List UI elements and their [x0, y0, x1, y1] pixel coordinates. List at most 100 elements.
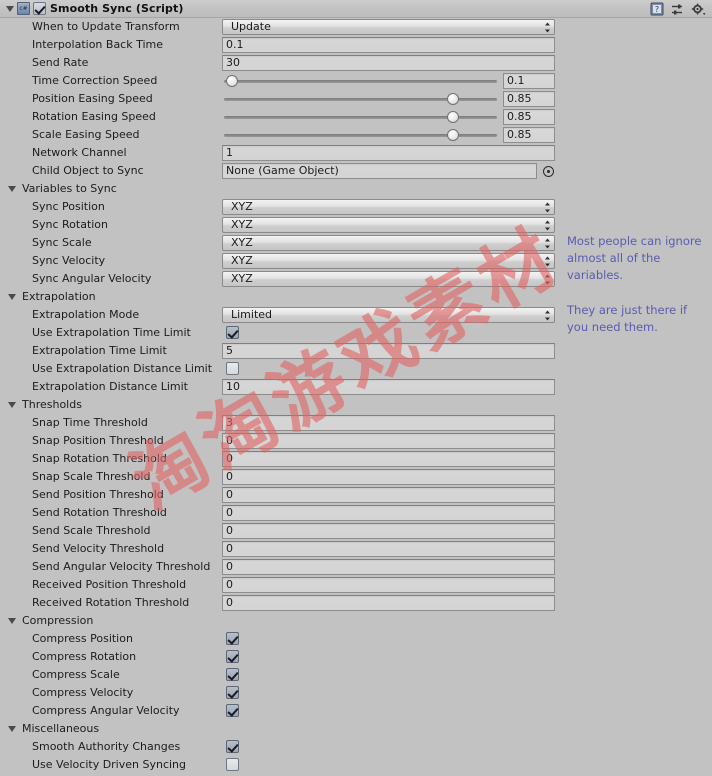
property-label: Use Extrapolation Distance Limit: [32, 362, 213, 375]
section-foldout-icon[interactable]: [6, 399, 18, 411]
property-label: Send Velocity Threshold: [32, 542, 165, 555]
slider-control[interactable]: [222, 109, 499, 125]
dropdown-field[interactable]: XYZ: [222, 199, 555, 215]
slider-value: 0.85: [507, 92, 532, 105]
section-header[interactable]: Miscellaneous: [0, 720, 712, 738]
dropdown-field[interactable]: XYZ: [222, 217, 555, 233]
property-row: Rotation Easing Speed 0.85: [0, 108, 712, 126]
text-field[interactable]: 0: [222, 505, 555, 521]
text-field[interactable]: 0: [222, 523, 555, 539]
slider-control[interactable]: [222, 73, 499, 89]
slider-knob[interactable]: [447, 93, 460, 105]
property-label: Network Channel: [32, 146, 127, 159]
text-field[interactable]: 0: [222, 559, 555, 575]
checkbox[interactable]: [226, 740, 239, 753]
dropdown-field[interactable]: XYZ: [222, 271, 555, 287]
checkbox[interactable]: [226, 704, 239, 717]
property-label: Send Position Threshold: [32, 488, 164, 501]
property-label: Sync Velocity: [32, 254, 106, 267]
text-field[interactable]: 0: [222, 433, 555, 449]
section-foldout-icon[interactable]: [6, 183, 18, 195]
property-row: Network Channel 1: [0, 144, 712, 162]
text-field-value: 0: [226, 578, 233, 591]
section-label: Thresholds: [22, 398, 82, 411]
slider-track[interactable]: [224, 80, 497, 83]
text-field[interactable]: 0: [222, 487, 555, 503]
section-label: Compression: [22, 614, 94, 627]
text-field-value: 0: [226, 560, 233, 573]
property-label: Use Extrapolation Time Limit: [32, 326, 191, 339]
property-label: Smooth Authority Changes: [32, 740, 181, 753]
property-label: Snap Scale Threshold: [32, 470, 151, 483]
slider-knob[interactable]: [447, 129, 460, 141]
svg-text:?: ?: [655, 5, 659, 14]
section-foldout-icon[interactable]: [6, 615, 18, 627]
text-field[interactable]: 10: [222, 379, 555, 395]
inspector-rows: When to Update Transform Update Interpolat…: [0, 18, 712, 774]
dropdown-field[interactable]: Update: [222, 19, 555, 35]
property-label: When to Update Transform: [32, 20, 180, 33]
checkbox[interactable]: [226, 668, 239, 681]
section-label: Variables to Sync: [22, 182, 117, 195]
dropdown-field[interactable]: XYZ: [222, 235, 555, 251]
text-field[interactable]: 3: [222, 415, 555, 431]
property-row: Smooth Authority Changes: [0, 738, 712, 756]
section-header[interactable]: Thresholds: [0, 396, 712, 414]
text-field-value: 1: [226, 146, 233, 159]
checkbox[interactable]: [226, 650, 239, 663]
property-row: Received Position Threshold 0: [0, 576, 712, 594]
slider-knob[interactable]: [226, 75, 239, 87]
text-field[interactable]: 1: [222, 145, 555, 161]
object-field-value: None (Game Object): [226, 164, 339, 177]
slider-value-field[interactable]: 0.85: [503, 127, 555, 143]
slider-knob[interactable]: [447, 111, 460, 123]
object-field[interactable]: None (Game Object): [222, 163, 555, 179]
section-header[interactable]: Variables to Sync: [0, 180, 712, 198]
slider-control[interactable]: [222, 91, 499, 107]
text-field[interactable]: 0: [222, 595, 555, 611]
component-enabled-checkbox[interactable]: [33, 2, 46, 15]
section-foldout-icon[interactable]: [6, 723, 18, 735]
dropdown-field[interactable]: XYZ: [222, 253, 555, 269]
checkbox[interactable]: [226, 686, 239, 699]
property-label: Snap Position Threshold: [32, 434, 164, 447]
object-picker-icon[interactable]: [543, 166, 554, 177]
text-field-value: 0: [226, 596, 233, 609]
checkbox[interactable]: [226, 758, 239, 771]
property-row: Extrapolation Time Limit 5: [0, 342, 712, 360]
text-field-value: 0: [226, 452, 233, 465]
slider-value-field[interactable]: 0.85: [503, 91, 555, 107]
chevron-updown-icon: [545, 22, 550, 33]
dropdown-value: XYZ: [231, 236, 253, 249]
text-field[interactable]: 0: [222, 469, 555, 485]
property-label: Compress Angular Velocity: [32, 704, 180, 717]
text-field[interactable]: 5: [222, 343, 555, 359]
slider-value-field[interactable]: 0.85: [503, 109, 555, 125]
property-row: Compress Velocity: [0, 684, 712, 702]
slider-value-field[interactable]: 0.1: [503, 73, 555, 89]
text-field[interactable]: 30: [222, 55, 555, 71]
text-field[interactable]: 0: [222, 541, 555, 557]
property-label: Compress Rotation: [32, 650, 137, 663]
checkbox[interactable]: [226, 326, 239, 339]
component-foldout-icon[interactable]: [4, 3, 16, 15]
text-field[interactable]: 0: [222, 451, 555, 467]
slider-control[interactable]: [222, 127, 499, 143]
section-foldout-icon[interactable]: [6, 291, 18, 303]
component-header[interactable]: c# Smooth Sync (Script) ?: [0, 0, 712, 18]
property-label: Send Rotation Threshold: [32, 506, 167, 519]
checkbox[interactable]: [226, 632, 239, 645]
property-label: Compress Position: [32, 632, 133, 645]
property-label: Position Easing Speed: [32, 92, 153, 105]
text-field[interactable]: 0.1: [222, 37, 555, 53]
dropdown-field[interactable]: Limited: [222, 307, 555, 323]
slider-value: 0.1: [507, 74, 525, 87]
property-row: Send Scale Threshold 0: [0, 522, 712, 540]
text-field[interactable]: 0: [222, 577, 555, 593]
property-row: Snap Time Threshold 3: [0, 414, 712, 432]
checkbox[interactable]: [226, 362, 239, 375]
property-row: Interpolation Back Time 0.1: [0, 36, 712, 54]
section-header[interactable]: Compression: [0, 612, 712, 630]
text-field-value: 5: [226, 344, 233, 357]
chevron-updown-icon: [545, 220, 550, 231]
